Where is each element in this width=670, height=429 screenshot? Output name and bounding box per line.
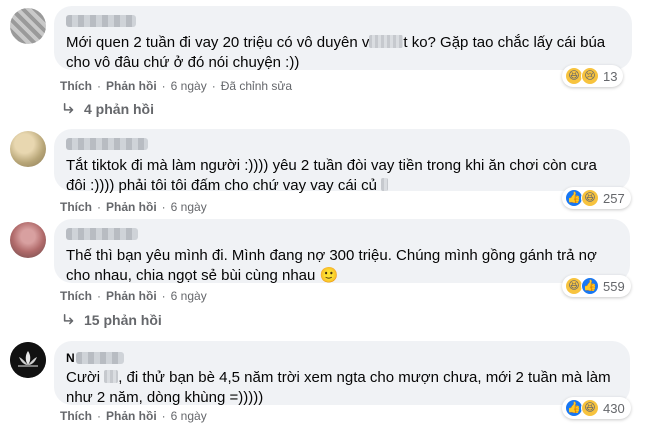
comment-bubble: Mới quen 2 tuần đi vay 20 triệu có vô du…: [54, 6, 632, 71]
reaction-summary[interactable]: 👍 😆 257: [562, 187, 631, 209]
timestamp[interactable]: 6 ngày: [171, 200, 207, 214]
comment-bubble: Thế thì bạn yêu mình đi. Mình đang nợ 30…: [54, 219, 630, 284]
comment-actions: Thích · Phản hồi · 6 ngày: [60, 409, 207, 423]
reply-link[interactable]: Phản hồi: [106, 79, 157, 93]
author-name-redacted[interactable]: [75, 351, 124, 364]
reaction-count: 430: [603, 400, 625, 416]
comment-text: Mới quen 2 tuần đi vay 20 triệu có vô du…: [66, 34, 606, 71]
like-icon: 👍: [581, 277, 599, 295]
redacted-text: [104, 370, 119, 383]
redacted-text: [381, 178, 389, 191]
reaction-count: 559: [603, 278, 625, 294]
reaction-summary[interactable]: 😆 👍 559: [562, 275, 631, 297]
reaction-count: 257: [603, 190, 625, 206]
comment-text: Cười , đi thử bạn bè 4,5 năm trời xem ng…: [66, 369, 611, 406]
like-link[interactable]: Thích: [60, 200, 92, 214]
edited-label[interactable]: Đã chỉnh sửa: [221, 79, 292, 93]
author-name-redacted[interactable]: [66, 15, 136, 27]
comment-actions: Thích · Phản hồi · 6 ngày · Đã chỉnh sửa: [60, 79, 293, 93]
author-name[interactable]: N: [66, 351, 75, 365]
sad-icon: 😢: [581, 67, 599, 85]
reaction-count: 13: [603, 68, 618, 84]
view-replies-link[interactable]: 15 phản hồi: [62, 312, 162, 328]
comment-bubble: N Cười , đi thử bạn bè 4,5 năm trời xem …: [54, 341, 630, 406]
author-name-redacted[interactable]: [66, 228, 138, 240]
timestamp[interactable]: 6 ngày: [171, 289, 207, 303]
like-link[interactable]: Thích: [60, 409, 92, 423]
author-name-row: N: [66, 350, 618, 365]
reply-arrow-icon: [63, 102, 74, 114]
comment-actions: Thích · Phản hồi · 6 ngày: [60, 289, 207, 303]
redacted-text: [369, 35, 404, 48]
lotus-logo-icon: [10, 342, 46, 378]
reply-link[interactable]: Phản hồi: [106, 289, 157, 303]
reply-link[interactable]: Phản hồi: [106, 409, 157, 423]
comment-text: Tắt tiktok đi mà làm người :)))) yêu 2 t…: [66, 157, 597, 194]
replies-count-label: 15 phản hồi: [84, 312, 162, 328]
avatar[interactable]: [10, 131, 46, 167]
replies-count-label: 4 phản hồi: [84, 101, 154, 117]
avatar[interactable]: [10, 222, 46, 258]
avatar[interactable]: [10, 342, 46, 378]
reply-arrow-icon: [63, 313, 74, 325]
comment-text: Thế thì bạn yêu mình đi. Mình đang nợ 30…: [66, 247, 597, 284]
like-link[interactable]: Thích: [60, 289, 92, 303]
comment-bubble: Tắt tiktok đi mà làm người :)))) yêu 2 t…: [54, 129, 630, 194]
like-link[interactable]: Thích: [60, 79, 92, 93]
haha-icon: 😆: [581, 189, 599, 207]
avatar[interactable]: [10, 8, 46, 44]
comment-actions: Thích · Phản hồi · 6 ngày: [60, 200, 207, 214]
reaction-summary[interactable]: 😆 😢 13: [562, 65, 624, 87]
timestamp[interactable]: 6 ngày: [171, 79, 207, 93]
reaction-summary[interactable]: 👍 😆 430: [562, 397, 631, 419]
reply-link[interactable]: Phản hồi: [106, 200, 157, 214]
view-replies-link[interactable]: 4 phản hồi: [62, 101, 154, 117]
timestamp[interactable]: 6 ngày: [171, 409, 207, 423]
author-name-redacted[interactable]: [66, 138, 148, 150]
haha-icon: 😆: [581, 399, 599, 417]
